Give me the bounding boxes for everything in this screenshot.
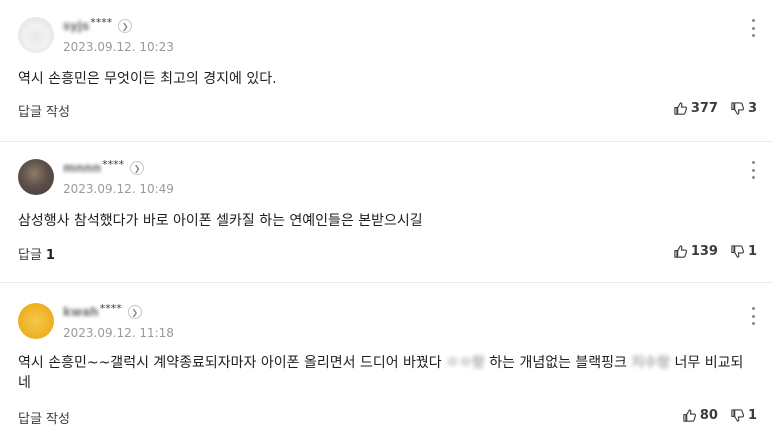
dislike-button[interactable]: 1 [730,408,757,423]
like-button[interactable]: 139 [673,244,718,259]
nickname-mask: **** [90,15,113,29]
thumbs-up-icon [674,102,687,115]
thumbs-down-icon [731,102,744,115]
nickname-row: mnnn **** ❯ [63,157,145,178]
reply-button[interactable]: 답글 작성 [18,101,74,120]
reply-label: 답글 작성 [18,412,70,427]
comment-date: 2023.09.12. 11:18 [63,326,174,340]
dislike-count: 1 [747,408,757,423]
thumbs-down-icon [731,245,744,258]
chevron-right-icon[interactable]: ❯ [130,161,145,175]
nickname-row: kwah **** ❯ [63,302,142,322]
like-count: 139 [690,244,718,259]
avatar[interactable] [18,17,54,53]
comment-date: 2023.09.12. 10:49 [63,182,174,196]
dislike-count: 1 [747,244,757,259]
comment-text-part: 하는 개념없는 블랙핑크 [484,355,632,371]
censored-text: 지수랑 [631,355,671,371]
comment-text: 삼성행사 참석했다가 바로 아이폰 셀카질 하는 연예인들은 본받으시길 [18,213,423,229]
nickname[interactable]: kwah [63,305,99,319]
comment-item: kwah **** ❯ 2023.09.12. 11:18 역시 손흥민~~갤럭… [0,283,773,429]
comment-text: 역시 손흥민은 무엇이든 최고의 경지에 있다. [18,71,277,87]
comment-item: syjs **** ❯ 2023.09.12. 10:23 역시 손흥민은 무엇… [0,0,773,142]
reply-label: 답글 [18,248,42,263]
comment-date: 2023.09.12. 10:23 [63,40,174,54]
nickname-mask: **** [102,157,125,171]
thumbs-up-icon [674,245,687,258]
avatar[interactable] [18,159,54,195]
thumbs-down-icon [731,409,744,422]
dislike-button[interactable]: 1 [730,244,757,259]
reply-button[interactable]: 답글 1 [18,244,55,263]
nickname-mask: **** [99,301,122,315]
nickname[interactable]: mnnn [63,161,101,175]
comment-text: 역시 손흥민~~갤럭시 계약종료되자마자 아이폰 올리면서 드디어 바꿨다 ㅇㅇ… [18,353,748,393]
nickname-row: syjs **** ❯ [63,15,133,36]
censored-text: ㅇㅇ랑 [446,355,485,371]
vote-group: 80 1 [682,408,757,423]
comment-item: mnnn **** ❯ 2023.09.12. 10:49 삼성행사 참석했다가… [0,142,773,283]
chevron-right-icon[interactable]: ❯ [118,19,133,33]
more-vertical-icon[interactable] [747,161,759,179]
dislike-button[interactable]: 3 [730,101,757,116]
reply-count: 1 [45,248,55,263]
like-count: 80 [699,408,718,423]
vote-group: 139 1 [673,244,757,259]
dislike-count: 3 [747,101,757,116]
chevron-right-icon[interactable]: ❯ [127,305,142,319]
more-vertical-icon[interactable] [747,307,759,325]
reply-button[interactable]: 답글 작성 [18,408,74,427]
vote-group: 377 3 [673,101,757,116]
reply-label: 답글 작성 [18,105,70,120]
like-button[interactable]: 80 [682,408,718,423]
like-count: 377 [690,101,718,116]
like-button[interactable]: 377 [673,101,718,116]
thumbs-up-icon [683,409,696,422]
comment-text-part: 역시 손흥민~~갤럭시 계약종료되자마자 아이폰 올리면서 드디어 바꿨다 [18,355,447,371]
avatar[interactable] [18,303,54,339]
more-vertical-icon[interactable] [747,19,759,37]
nickname[interactable]: syjs [63,19,89,33]
